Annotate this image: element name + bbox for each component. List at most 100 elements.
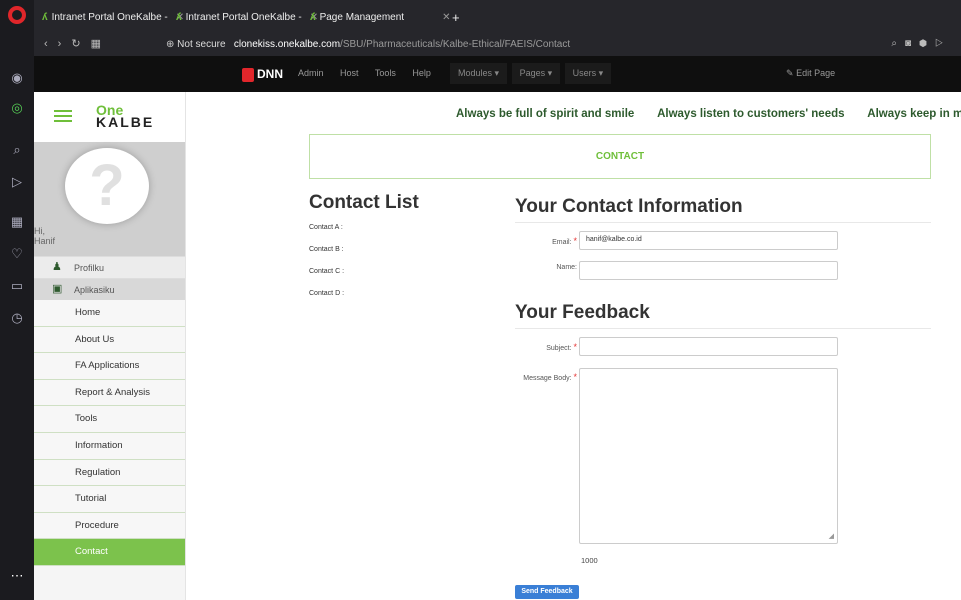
tabs-grid-icon[interactable]: ▦ bbox=[91, 38, 111, 50]
sidebar-item-home[interactable]: Home bbox=[34, 300, 185, 327]
user-name: Hanif bbox=[34, 236, 56, 246]
motto-marquee: Always be full of spirit and smile Alway… bbox=[456, 108, 961, 120]
wallet-icon[interactable]: ▭ bbox=[7, 276, 27, 296]
avatar: ? bbox=[65, 148, 149, 224]
question-mark-icon: ? bbox=[89, 153, 125, 218]
dnn-menu-admin[interactable]: Admin bbox=[298, 68, 324, 78]
dnn-menu-host[interactable]: Host bbox=[340, 68, 359, 78]
globe-icon: ⊕ bbox=[166, 39, 175, 50]
pencil-icon: ✎ bbox=[786, 68, 794, 78]
new-tab-button[interactable]: + bbox=[452, 8, 460, 28]
sidebar-item-tools[interactable]: Tools bbox=[34, 406, 185, 433]
forward-icon[interactable]: › bbox=[58, 38, 72, 50]
address-actions: ⌕◙⬢▷ bbox=[891, 38, 951, 49]
resize-handle-icon[interactable]: ◢ bbox=[829, 532, 834, 540]
search-icon[interactable]: ⌕ bbox=[7, 140, 27, 160]
kalbe-favicon-icon: ʎ bbox=[310, 12, 316, 23]
sidebar-item-regulation[interactable]: Regulation bbox=[34, 459, 185, 487]
address-bar: ‹›↻▦ ⊕ Not secure clonekiss.onekalbe.com… bbox=[34, 34, 961, 56]
sidebar-item-contact[interactable]: Contact bbox=[34, 539, 185, 566]
list-item: Contact B : bbox=[309, 246, 344, 253]
opera-logo-icon[interactable] bbox=[8, 6, 26, 24]
send-icon[interactable]: ▷ bbox=[7, 172, 27, 192]
dnn-logo[interactable]: DNN bbox=[242, 65, 283, 83]
kalbe-favicon-icon: ʎ bbox=[176, 12, 182, 23]
dnn-control-bar: DNN Admin Host Tools Help Modules ▾ Page… bbox=[34, 56, 961, 92]
dnn-pages-dropdown[interactable]: Pages ▾ bbox=[511, 63, 561, 84]
sidebar-item-about-us[interactable]: About Us bbox=[34, 326, 185, 354]
dnn-menu-help[interactable]: Help bbox=[412, 68, 431, 78]
back-icon[interactable]: ‹ bbox=[44, 38, 58, 50]
dnn-modules-dropdown[interactable]: Modules ▾ bbox=[450, 63, 508, 84]
sidebar-item-fa-applications[interactable]: FA Applications bbox=[34, 353, 185, 380]
motto-text: Always listen to customers' needs bbox=[657, 108, 845, 120]
camera-icon[interactable]: ◙ bbox=[905, 38, 919, 49]
edit-page-button[interactable]: ✎ Edit Page bbox=[786, 68, 835, 79]
dnn-menu-tools[interactable]: Tools bbox=[375, 68, 396, 78]
nav-buttons: ‹›↻▦ bbox=[44, 37, 111, 50]
onekalbe-logo[interactable]: One KALBE bbox=[96, 103, 154, 129]
user-icon: ♟ bbox=[52, 261, 62, 273]
required-marker: * bbox=[573, 372, 577, 382]
feedback-heading: Your Feedback bbox=[515, 302, 931, 329]
browser-tab-bar: ʎ Intranet Portal OneKalbe - ✕ ʎ Intranet P… bbox=[34, 0, 961, 34]
contact-list-title: Contact List bbox=[309, 192, 419, 213]
sidebar-item-information[interactable]: Information bbox=[34, 432, 185, 460]
security-indicator[interactable]: Not secure bbox=[177, 39, 225, 50]
messenger-icon[interactable]: ◉ bbox=[7, 68, 27, 88]
dnn-dropdown-menu: Modules ▾ Pages ▾ Users ▾ bbox=[450, 63, 613, 84]
email-field[interactable]: hanif@kalbe.co.id bbox=[579, 231, 838, 250]
url-host: clonekiss.onekalbe.com bbox=[233, 39, 341, 50]
tab-intranet-1[interactable]: ʎ Intranet Portal OneKalbe - ✕ bbox=[42, 8, 184, 28]
speed-dial-icon[interactable]: ▦ bbox=[7, 212, 27, 232]
name-field[interactable] bbox=[579, 261, 838, 280]
url-path: /SBU/Pharmaceuticals/Kalbe-Ethical/FAEIS… bbox=[340, 39, 571, 50]
name-label: Name: bbox=[556, 264, 577, 271]
required-marker: * bbox=[573, 342, 577, 352]
dnn-users-dropdown[interactable]: Users ▾ bbox=[564, 63, 612, 84]
search-icon[interactable]: ⌕ bbox=[891, 38, 905, 49]
sidebar-nav: Home About Us FA Applications Report & A… bbox=[34, 300, 185, 566]
reload-icon[interactable]: ↻ bbox=[71, 38, 90, 50]
sidebar-item-report-analysis[interactable]: Report & Analysis bbox=[34, 379, 185, 407]
message-label: Message Body: * bbox=[523, 372, 577, 382]
motto-text: Always keep in mi bbox=[867, 108, 961, 120]
more-icon[interactable]: ⋯ bbox=[7, 566, 27, 586]
portal-page: One KALBE ? Hi, Hanif ♟ Profilku ▣ Aplik… bbox=[34, 92, 961, 600]
page-title-banner: CONTACT bbox=[309, 134, 931, 179]
url-field[interactable]: ⊕ Not secure clonekiss.onekalbe.com/SBU/… bbox=[166, 39, 570, 50]
greeting: Hi, bbox=[34, 226, 45, 236]
kalbe-favicon-icon: ʎ bbox=[42, 12, 48, 23]
message-textarea[interactable]: ◢ bbox=[579, 368, 838, 544]
whatsapp-icon[interactable]: ◎ bbox=[7, 98, 27, 118]
tab-intranet-2[interactable]: ʎ Intranet Portal OneKalbe - ✕ bbox=[176, 8, 318, 28]
motto-text: Always be full of spirit and smile bbox=[456, 108, 635, 120]
sidebar-item-tutorial[interactable]: Tutorial bbox=[34, 486, 185, 513]
logo-header: One KALBE bbox=[34, 92, 185, 142]
contact-list: Contact A : Contact B : Contact C : Cont… bbox=[309, 224, 344, 312]
heart-icon[interactable]: ♡ bbox=[7, 244, 27, 264]
list-item: Contact A : bbox=[309, 224, 343, 231]
sidebar-item-aplikasiku[interactable]: ▣ Aplikasiku bbox=[34, 278, 185, 300]
hamburger-menu-icon[interactable] bbox=[54, 110, 72, 122]
sidebar-item-procedure[interactable]: Procedure bbox=[34, 512, 185, 540]
send-feedback-button[interactable]: Send Feedback bbox=[515, 585, 579, 599]
char-counter: 1000 bbox=[581, 556, 598, 565]
contact-info-heading: Your Contact Information bbox=[515, 196, 931, 223]
list-item: Contact C : bbox=[309, 268, 345, 275]
play-icon[interactable]: ▷ bbox=[935, 38, 951, 49]
tab-page-management[interactable]: ʎ Page Management ✕ bbox=[310, 8, 450, 28]
history-icon[interactable]: ◷ bbox=[7, 308, 27, 328]
subject-field[interactable] bbox=[579, 337, 838, 356]
shield-icon[interactable]: ⬢ bbox=[919, 38, 935, 49]
email-label: Email: * bbox=[552, 236, 577, 246]
dnn-menu: Admin Host Tools Help bbox=[298, 68, 445, 78]
sidebar-item-profilku[interactable]: ♟ Profilku bbox=[34, 256, 185, 278]
app-icon: ▣ bbox=[52, 283, 63, 295]
list-item: Contact D : bbox=[309, 290, 345, 297]
subject-label: Subject: * bbox=[546, 342, 577, 352]
dnn-flag-icon bbox=[242, 67, 254, 82]
opera-sidebar: ◉ ◎ ⌕ ▷ ▦ ♡ ▭ ◷ ⋯ bbox=[0, 0, 34, 600]
close-tab-icon[interactable]: ✕ bbox=[442, 12, 450, 23]
left-sidebar: One KALBE ? Hi, Hanif ♟ Profilku ▣ Aplik… bbox=[34, 92, 186, 600]
